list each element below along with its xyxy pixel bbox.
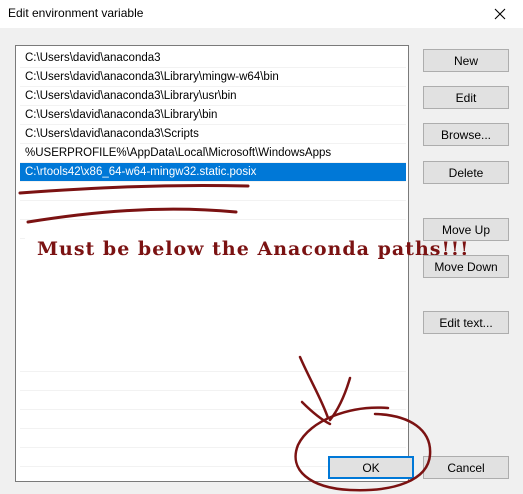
empty-row xyxy=(20,391,406,410)
annotation-text: Must be below the Anaconda paths!!! xyxy=(37,238,470,260)
browse-button[interactable]: Browse... xyxy=(423,123,509,146)
empty-row xyxy=(20,353,406,372)
edit-text-button[interactable]: Edit text... xyxy=(423,311,509,334)
delete-button[interactable]: Delete xyxy=(423,161,509,184)
path-list-item[interactable]: %USERPROFILE%\AppData\Local\Microsoft\Wi… xyxy=(20,144,406,163)
move-up-button[interactable]: Move Up xyxy=(423,218,509,241)
path-list-item[interactable]: C:\Users\david\anaconda3\Scripts xyxy=(20,125,406,144)
ok-button[interactable]: OK xyxy=(328,456,414,479)
cancel-button[interactable]: Cancel xyxy=(423,456,509,479)
close-button[interactable] xyxy=(477,0,523,28)
empty-row xyxy=(20,372,406,391)
empty-row xyxy=(20,429,406,448)
path-list-item[interactable]: C:\Users\david\anaconda3\Library\bin xyxy=(20,106,406,125)
empty-row xyxy=(20,220,406,239)
path-list-item[interactable]: C:\Users\david\anaconda3\Library\mingw-w… xyxy=(20,68,406,87)
empty-row xyxy=(20,201,406,220)
window-title: Edit environment variable xyxy=(8,6,144,20)
path-list-item-selected[interactable]: C:\rtools42\x86_64-w64-mingw32.static.po… xyxy=(20,163,406,182)
close-icon xyxy=(494,8,506,20)
empty-row xyxy=(20,182,406,201)
path-list-item[interactable]: C:\Users\david\anaconda3\Library\usr\bin xyxy=(20,87,406,106)
move-down-button[interactable]: Move Down xyxy=(423,255,509,278)
path-list-item[interactable]: C:\Users\david\anaconda3 xyxy=(20,49,406,68)
title-bar: Edit environment variable xyxy=(0,0,523,28)
path-list[interactable]: C:\Users\david\anaconda3 C:\Users\david\… xyxy=(15,45,409,482)
new-button[interactable]: New xyxy=(423,49,509,72)
empty-row xyxy=(20,410,406,429)
edit-button[interactable]: Edit xyxy=(423,86,509,109)
